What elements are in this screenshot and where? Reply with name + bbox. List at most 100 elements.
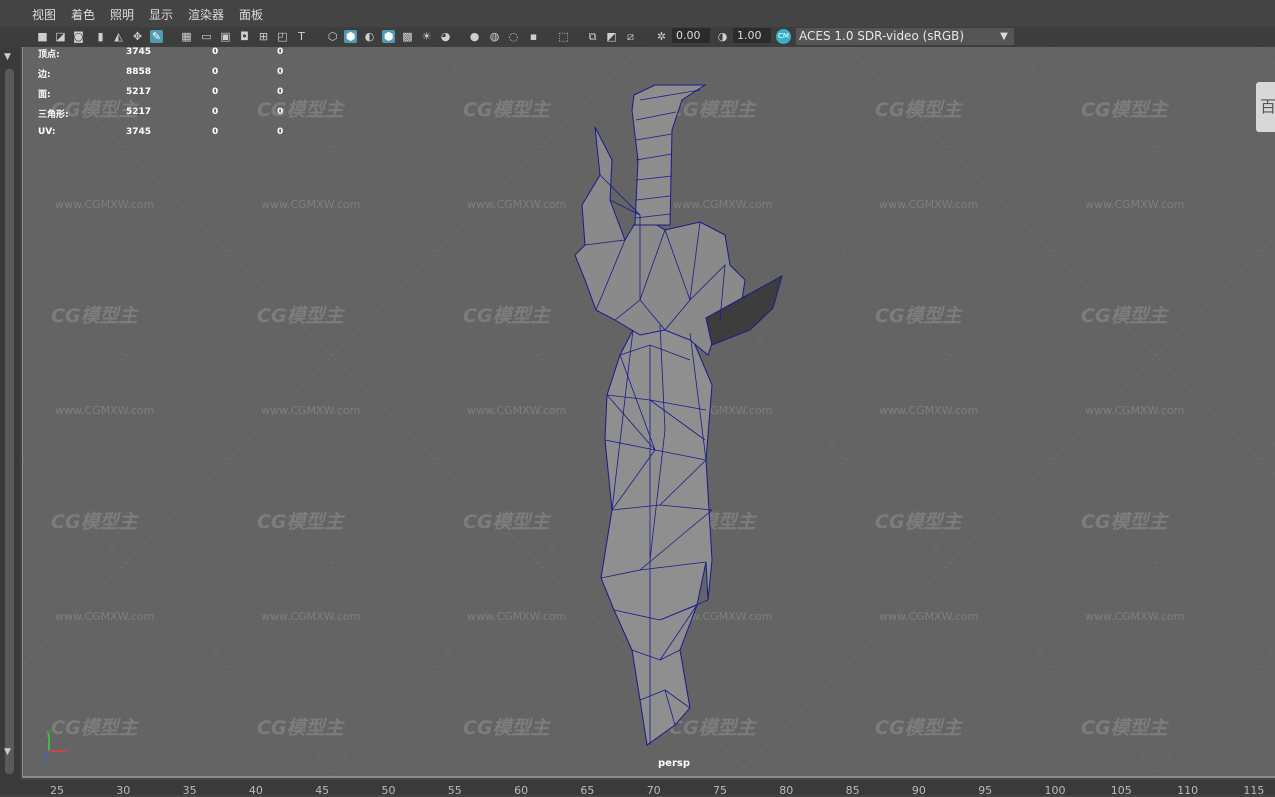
menu-show[interactable]: 显示 <box>149 6 173 23</box>
hud-value: 0 <box>277 127 284 137</box>
ruler-tick-label: 35 <box>182 784 197 797</box>
hud-value: 5217 <box>126 87 152 97</box>
exposure-field[interactable]: 0.00 <box>672 28 710 43</box>
hud-row-faces: 面: 5217 0 0 <box>38 87 298 100</box>
ruler-tick-label: 75 <box>713 784 727 797</box>
default-material-icon[interactable]: ◐ <box>363 30 376 43</box>
ruler-tick-label: 40 <box>248 784 263 797</box>
ruler-tick-label: 55 <box>447 784 462 797</box>
ruler-tick-label: 110 <box>1177 784 1199 797</box>
hud-value: 5217 <box>126 107 152 117</box>
ruler-tick-label: 70 <box>646 784 661 797</box>
ruler-tick-label: 65 <box>580 784 595 797</box>
axis-y-label: y <box>46 729 51 737</box>
isolate-select-icon[interactable]: ⬚ <box>557 30 570 43</box>
axis-gizmo: y x z <box>41 729 70 765</box>
ruler-tick-label: 95 <box>978 784 993 797</box>
ruler-tick-label: 115 <box>1243 784 1265 797</box>
ruler-tick-label: 25 <box>50 784 64 797</box>
scroll-thumb[interactable] <box>5 69 14 774</box>
camera-attrs-icon[interactable]: ◙ <box>72 30 85 43</box>
hud-row-uvs: UV: 3745 0 0 <box>38 127 298 139</box>
backface-culling-icon[interactable]: ⧄ <box>624 30 637 43</box>
color-management-icon[interactable]: CM <box>776 29 791 44</box>
ruler-tick-label: 45 <box>315 784 330 797</box>
wireframe-on-shaded-icon[interactable]: ⬢ <box>382 30 395 43</box>
safe-action-icon[interactable]: ◰ <box>276 30 289 43</box>
menu-renderer[interactable]: 渲染器 <box>188 6 224 23</box>
hud-value: 0 <box>277 67 284 77</box>
ruler-tick-label: 100 <box>1044 784 1066 797</box>
hud-label: 顶点: <box>38 50 60 60</box>
shadows-icon[interactable]: ◕ <box>439 30 452 43</box>
ruler-tick-label: 50 <box>381 784 396 797</box>
side-scrollbar[interactable]: ▼ ▼ <box>0 47 20 780</box>
smooth-shade-icon[interactable]: ⬢ <box>344 30 357 43</box>
grease-pencil-icon[interactable]: ✎ <box>150 30 163 43</box>
ruler-tick-label: 30 <box>116 784 131 797</box>
field-chart-icon[interactable]: ⊞ <box>257 30 270 43</box>
depth-of-field-icon[interactable]: ▪ <box>527 30 540 43</box>
ruler-tick-label: 80 <box>779 784 794 797</box>
hud-value: 0 <box>212 87 219 97</box>
ruler-tick-label: 90 <box>911 784 926 797</box>
xray-joints-icon[interactable]: ⧉ <box>586 30 599 43</box>
ruler-tick-label: 60 <box>514 784 529 797</box>
ruler-tick-label: 85 <box>845 784 860 797</box>
hud-value: 8858 <box>126 67 152 77</box>
hud-label: UV: <box>38 127 56 137</box>
sword-mesh <box>574 84 783 746</box>
grid-icon[interactable]: ▦ <box>180 30 193 43</box>
hud-value: 0 <box>212 67 219 77</box>
ruler-tick-label: 105 <box>1110 784 1132 797</box>
film-gate-icon[interactable]: ▭ <box>200 30 213 43</box>
hud-value: 0 <box>277 47 284 57</box>
hud-row-triangles: 三角形: 5217 0 0 <box>38 107 298 120</box>
hud-value: 0 <box>212 107 219 117</box>
chevron-down-icon[interactable]: ▼ <box>994 28 1014 45</box>
hud-value: 0 <box>212 127 219 137</box>
hud-value: 0 <box>277 107 284 117</box>
axis-x-label: x <box>65 746 70 755</box>
right-side-tab[interactable]: 百 <box>1256 82 1275 132</box>
ambient-occlusion-icon[interactable]: ● <box>468 30 481 43</box>
xray-icon[interactable]: ▩ <box>401 30 414 43</box>
scroll-up-icon[interactable]: ▼ <box>4 52 11 62</box>
wireframe-icon[interactable]: ⬡ <box>326 30 339 43</box>
motion-blur-icon[interactable]: ◍ <box>488 30 501 43</box>
menu-view[interactable]: 视图 <box>32 6 56 23</box>
resolution-gate-icon[interactable]: ▣ <box>219 30 232 43</box>
hud-value: 0 <box>212 47 219 57</box>
2d-pan-icon[interactable]: ✥ <box>131 30 144 43</box>
hud-label: 边: <box>38 70 51 80</box>
menu-bar: 视图 着色 照明 显示 渲染器 面板 <box>0 0 1275 27</box>
scroll-down-icon[interactable]: ▼ <box>4 747 11 757</box>
menu-shading[interactable]: 着色 <box>71 6 95 23</box>
hud-value: 3745 <box>126 127 152 137</box>
hud-value: 3745 <box>126 47 152 57</box>
image-plane-icon[interactable]: ◭ <box>112 30 125 43</box>
gamma-field[interactable]: 1.00 <box>733 28 771 43</box>
axis-z-label: z <box>41 756 45 765</box>
hud-row-vertices: 顶点: 3745 0 0 <box>38 47 298 60</box>
time-ruler[interactable]: 25 30 35 40 45 50 55 60 65 70 75 80 85 90 95 100 105 110 1… <box>0 780 1275 797</box>
exposure-icon[interactable]: ✲ <box>655 30 668 43</box>
3d-viewport[interactable]: CG模型主 CG模型主 CG模型主 CG模型主 CG模型主 CG模型主 CG模型主 CG模型主… <box>23 47 1275 776</box>
colorspace-dropdown[interactable]: ACES 1.0 SDR-video (sRGB) ▼ <box>796 28 1014 45</box>
menu-lighting[interactable]: 照明 <box>110 6 134 23</box>
gamma-icon[interactable]: ◑ <box>716 30 729 43</box>
camera-name-label: persp <box>658 758 690 769</box>
hud-label: 面: <box>38 90 51 100</box>
bookmark-icon[interactable]: ▮ <box>94 30 107 43</box>
camera-icon[interactable]: ■ <box>36 30 49 43</box>
hud-row-edges: 边: 8858 0 0 <box>38 67 298 80</box>
xray-active-icon[interactable]: ◩ <box>605 30 618 43</box>
menu-panels[interactable]: 面板 <box>239 6 263 23</box>
colorspace-label: ACES 1.0 SDR-video (sRGB) <box>799 29 965 43</box>
safe-title-icon[interactable]: T <box>295 30 308 43</box>
lights-icon[interactable]: ☀ <box>420 30 433 43</box>
gate-mask-icon[interactable]: ◘ <box>238 30 251 43</box>
hud-value: 0 <box>277 87 284 97</box>
anti-aliasing-icon[interactable]: ◌ <box>507 30 520 43</box>
camera-lock-icon[interactable]: ◪ <box>54 30 67 43</box>
